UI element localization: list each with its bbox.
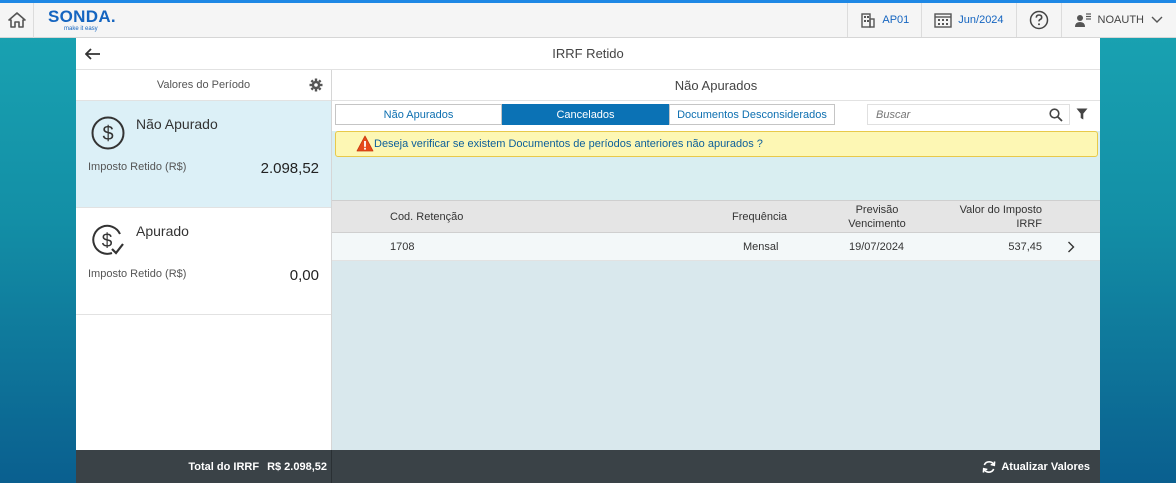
help-button[interactable] <box>1015 3 1061 37</box>
footer-total: Total do IRRF R$ 2.098,52 <box>76 450 332 483</box>
logo-tagline: make it easy <box>64 26 98 32</box>
card-title: Não Apurado <box>136 116 218 132</box>
cell-cod: 1708 <box>390 241 415 253</box>
warning-icon <box>356 135 374 152</box>
total-label: Total do IRRF <box>188 460 260 473</box>
tab-nao-apurados[interactable]: Não Apurados <box>335 104 502 125</box>
card-nao-apurado[interactable]: $ Não Apurado Imposto Retido (R$) 2.098,… <box>76 101 331 208</box>
details-panel: Não Apurados Não Apurados Cancelados Doc… <box>332 70 1100 450</box>
calendar-icon <box>934 13 952 28</box>
logo-text: SONDA. <box>48 7 116 26</box>
home-button[interactable] <box>0 2 34 38</box>
col-frequencia[interactable]: Frequência <box>732 211 787 223</box>
chevron-right-icon[interactable] <box>1067 241 1075 253</box>
user-icon <box>1074 13 1091 27</box>
page-title: IRRF Retido <box>552 46 624 61</box>
svg-text:$: $ <box>102 123 113 145</box>
gear-icon[interactable] <box>309 78 323 92</box>
footer-bar: Total do IRRF R$ 2.098,52 Atualizar Valo… <box>76 450 1100 483</box>
period-values-header: Valores do Período <box>76 70 331 101</box>
company-code: AP01 <box>882 14 910 26</box>
cell-valor: 537,45 <box>1008 241 1042 253</box>
card-apurado[interactable]: $ Apurado Imposto Retido (R$) 0,00 <box>76 208 331 315</box>
tabs-row: Não Apurados Cancelados Documentos Desco… <box>332 101 1100 131</box>
chevron-down-icon <box>1151 16 1163 23</box>
search-box <box>867 104 1070 125</box>
period-value: Jun/2024 <box>958 14 1004 26</box>
back-button[interactable] <box>84 45 102 63</box>
building-icon <box>861 13 876 28</box>
warning-area: Deseja verificar se existem Documentos d… <box>332 131 1100 200</box>
col-previsao-vencimento[interactable]: Previsão Vencimento <box>832 203 922 231</box>
table-row[interactable]: 1708 Mensal 19/07/2024 537,45 <box>332 233 1100 261</box>
search-input[interactable] <box>876 108 1036 121</box>
tab-documentos-desconsiderados[interactable]: Documentos Desconsiderados <box>669 104 835 125</box>
table-header: Cod. Retenção Frequência Previsão Vencim… <box>332 200 1100 233</box>
search-icon[interactable] <box>1049 108 1063 122</box>
filter-icon[interactable] <box>1076 108 1088 120</box>
col-cod-retencao[interactable]: Cod. Retenção <box>390 211 463 223</box>
svg-text:$: $ <box>102 231 113 252</box>
col-valor-imposto[interactable]: Valor do Imposto IRRF <box>937 203 1042 231</box>
user-menu[interactable]: NOAUTH <box>1060 3 1176 37</box>
period-values-title: Valores do Período <box>156 79 251 91</box>
page-header: IRRF Retido <box>76 38 1100 70</box>
tab-cancelados[interactable]: Cancelados <box>502 104 669 125</box>
dollar-check-icon: $ <box>92 224 124 255</box>
details-header: Não Apurados <box>332 70 1100 101</box>
details-title: Não Apurados <box>674 77 758 93</box>
cell-frequencia: Mensal <box>743 241 779 253</box>
card-value: 2.098,52 <box>260 160 319 177</box>
period-selector[interactable]: Jun/2024 <box>921 3 1015 37</box>
company-selector[interactable]: AP01 <box>847 3 921 37</box>
sonda-logo: SONDA. make it easy <box>48 8 116 32</box>
top-bar: SONDA. make it easy AP01 Jun/2024 NOAUTH <box>0 2 1176 38</box>
user-name: NOAUTH <box>1097 14 1144 26</box>
refresh-icon <box>982 460 996 473</box>
card-label: Imposto Retido (R$) <box>88 161 187 173</box>
warning-banner[interactable]: Deseja verificar se existem Documentos d… <box>335 131 1098 157</box>
warning-text: Deseja verificar se existem Documentos d… <box>374 138 763 150</box>
card-value: 0,00 <box>289 267 319 284</box>
home-icon <box>7 12 26 28</box>
help-icon <box>1029 10 1048 30</box>
card-title: Apurado <box>136 223 189 239</box>
arrow-left-icon <box>85 48 100 60</box>
refresh-label: Atualizar Valores <box>1001 460 1090 473</box>
cell-vencimento: 19/07/2024 <box>849 241 905 253</box>
card-label: Imposto Retido (R$) <box>88 268 187 280</box>
total-value: R$ 2.098,52 <box>267 460 327 473</box>
dollar-circle-icon: $ <box>91 116 125 150</box>
refresh-button[interactable]: Atualizar Valores <box>982 450 1090 483</box>
main-panel: IRRF Retido Valores do Período $ Não Apu <box>76 38 1100 483</box>
period-values-panel: Valores do Período $ Não Apurado Imposto… <box>76 70 332 450</box>
